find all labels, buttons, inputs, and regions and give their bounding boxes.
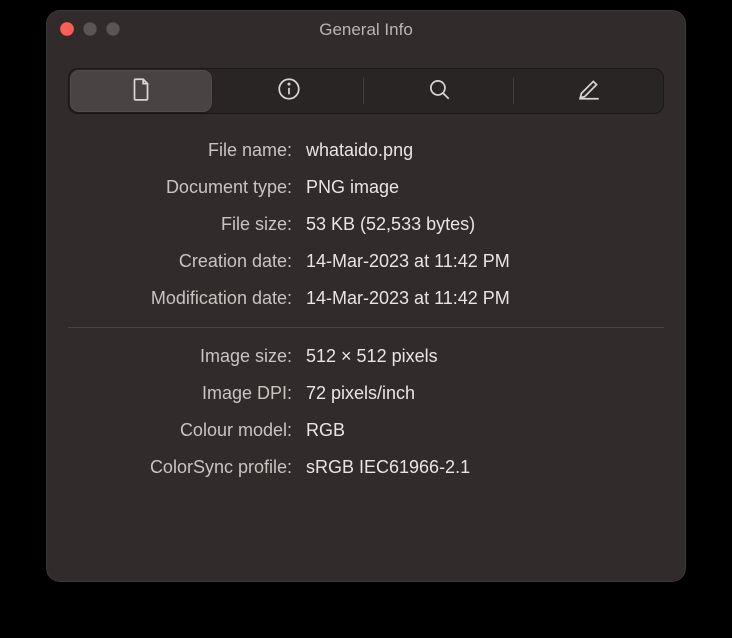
label: Image DPI: — [68, 383, 306, 404]
value: sRGB IEC61966-2.1 — [306, 457, 664, 478]
row-colorsync-profile: ColorSync profile: sRGB IEC61966-2.1 — [68, 449, 664, 486]
separator — [68, 327, 664, 328]
row-file-size: File size: 53 KB (52,533 bytes) — [68, 206, 664, 243]
row-creation-date: Creation date: 14-Mar-2023 at 11:42 PM — [68, 243, 664, 280]
value: 14-Mar-2023 at 11:42 PM — [306, 288, 664, 309]
zoom-button[interactable] — [106, 22, 120, 36]
row-file-name: File name: whataido.png — [68, 132, 664, 169]
row-image-size: Image size: 512 × 512 pixels — [68, 338, 664, 375]
info-window: General Info — [46, 10, 686, 582]
label: Colour model: — [68, 420, 306, 441]
value: RGB — [306, 420, 664, 441]
label: Document type: — [68, 177, 306, 198]
label: Creation date: — [68, 251, 306, 272]
value: 14-Mar-2023 at 11:42 PM — [306, 251, 664, 272]
label: Image size: — [68, 346, 306, 367]
value: 72 pixels/inch — [306, 383, 664, 404]
value: 53 KB (52,533 bytes) — [306, 214, 664, 235]
row-modification-date: Modification date: 14-Mar-2023 at 11:42 … — [68, 280, 664, 317]
tab-bar — [68, 68, 664, 114]
close-button[interactable] — [60, 22, 74, 36]
pencil-icon — [576, 76, 602, 107]
info-content: File name: whataido.png Document type: P… — [46, 124, 686, 582]
tab-info[interactable] — [214, 68, 364, 114]
window-title: General Info — [319, 20, 413, 40]
label: Modification date: — [68, 288, 306, 309]
value: PNG image — [306, 177, 664, 198]
search-icon — [426, 76, 452, 107]
file-icon — [128, 76, 154, 107]
value: 512 × 512 pixels — [306, 346, 664, 367]
titlebar: General Info — [46, 10, 686, 50]
row-document-type: Document type: PNG image — [68, 169, 664, 206]
tab-file[interactable] — [70, 70, 212, 112]
value: whataido.png — [306, 140, 664, 161]
info-icon — [276, 76, 302, 107]
label: File size: — [68, 214, 306, 235]
label: ColorSync profile: — [68, 457, 306, 478]
row-colour-model: Colour model: RGB — [68, 412, 664, 449]
minimize-button[interactable] — [83, 22, 97, 36]
traffic-lights — [60, 22, 120, 36]
row-image-dpi: Image DPI: 72 pixels/inch — [68, 375, 664, 412]
label: File name: — [68, 140, 306, 161]
tab-search[interactable] — [364, 68, 514, 114]
tab-edit[interactable] — [514, 68, 664, 114]
